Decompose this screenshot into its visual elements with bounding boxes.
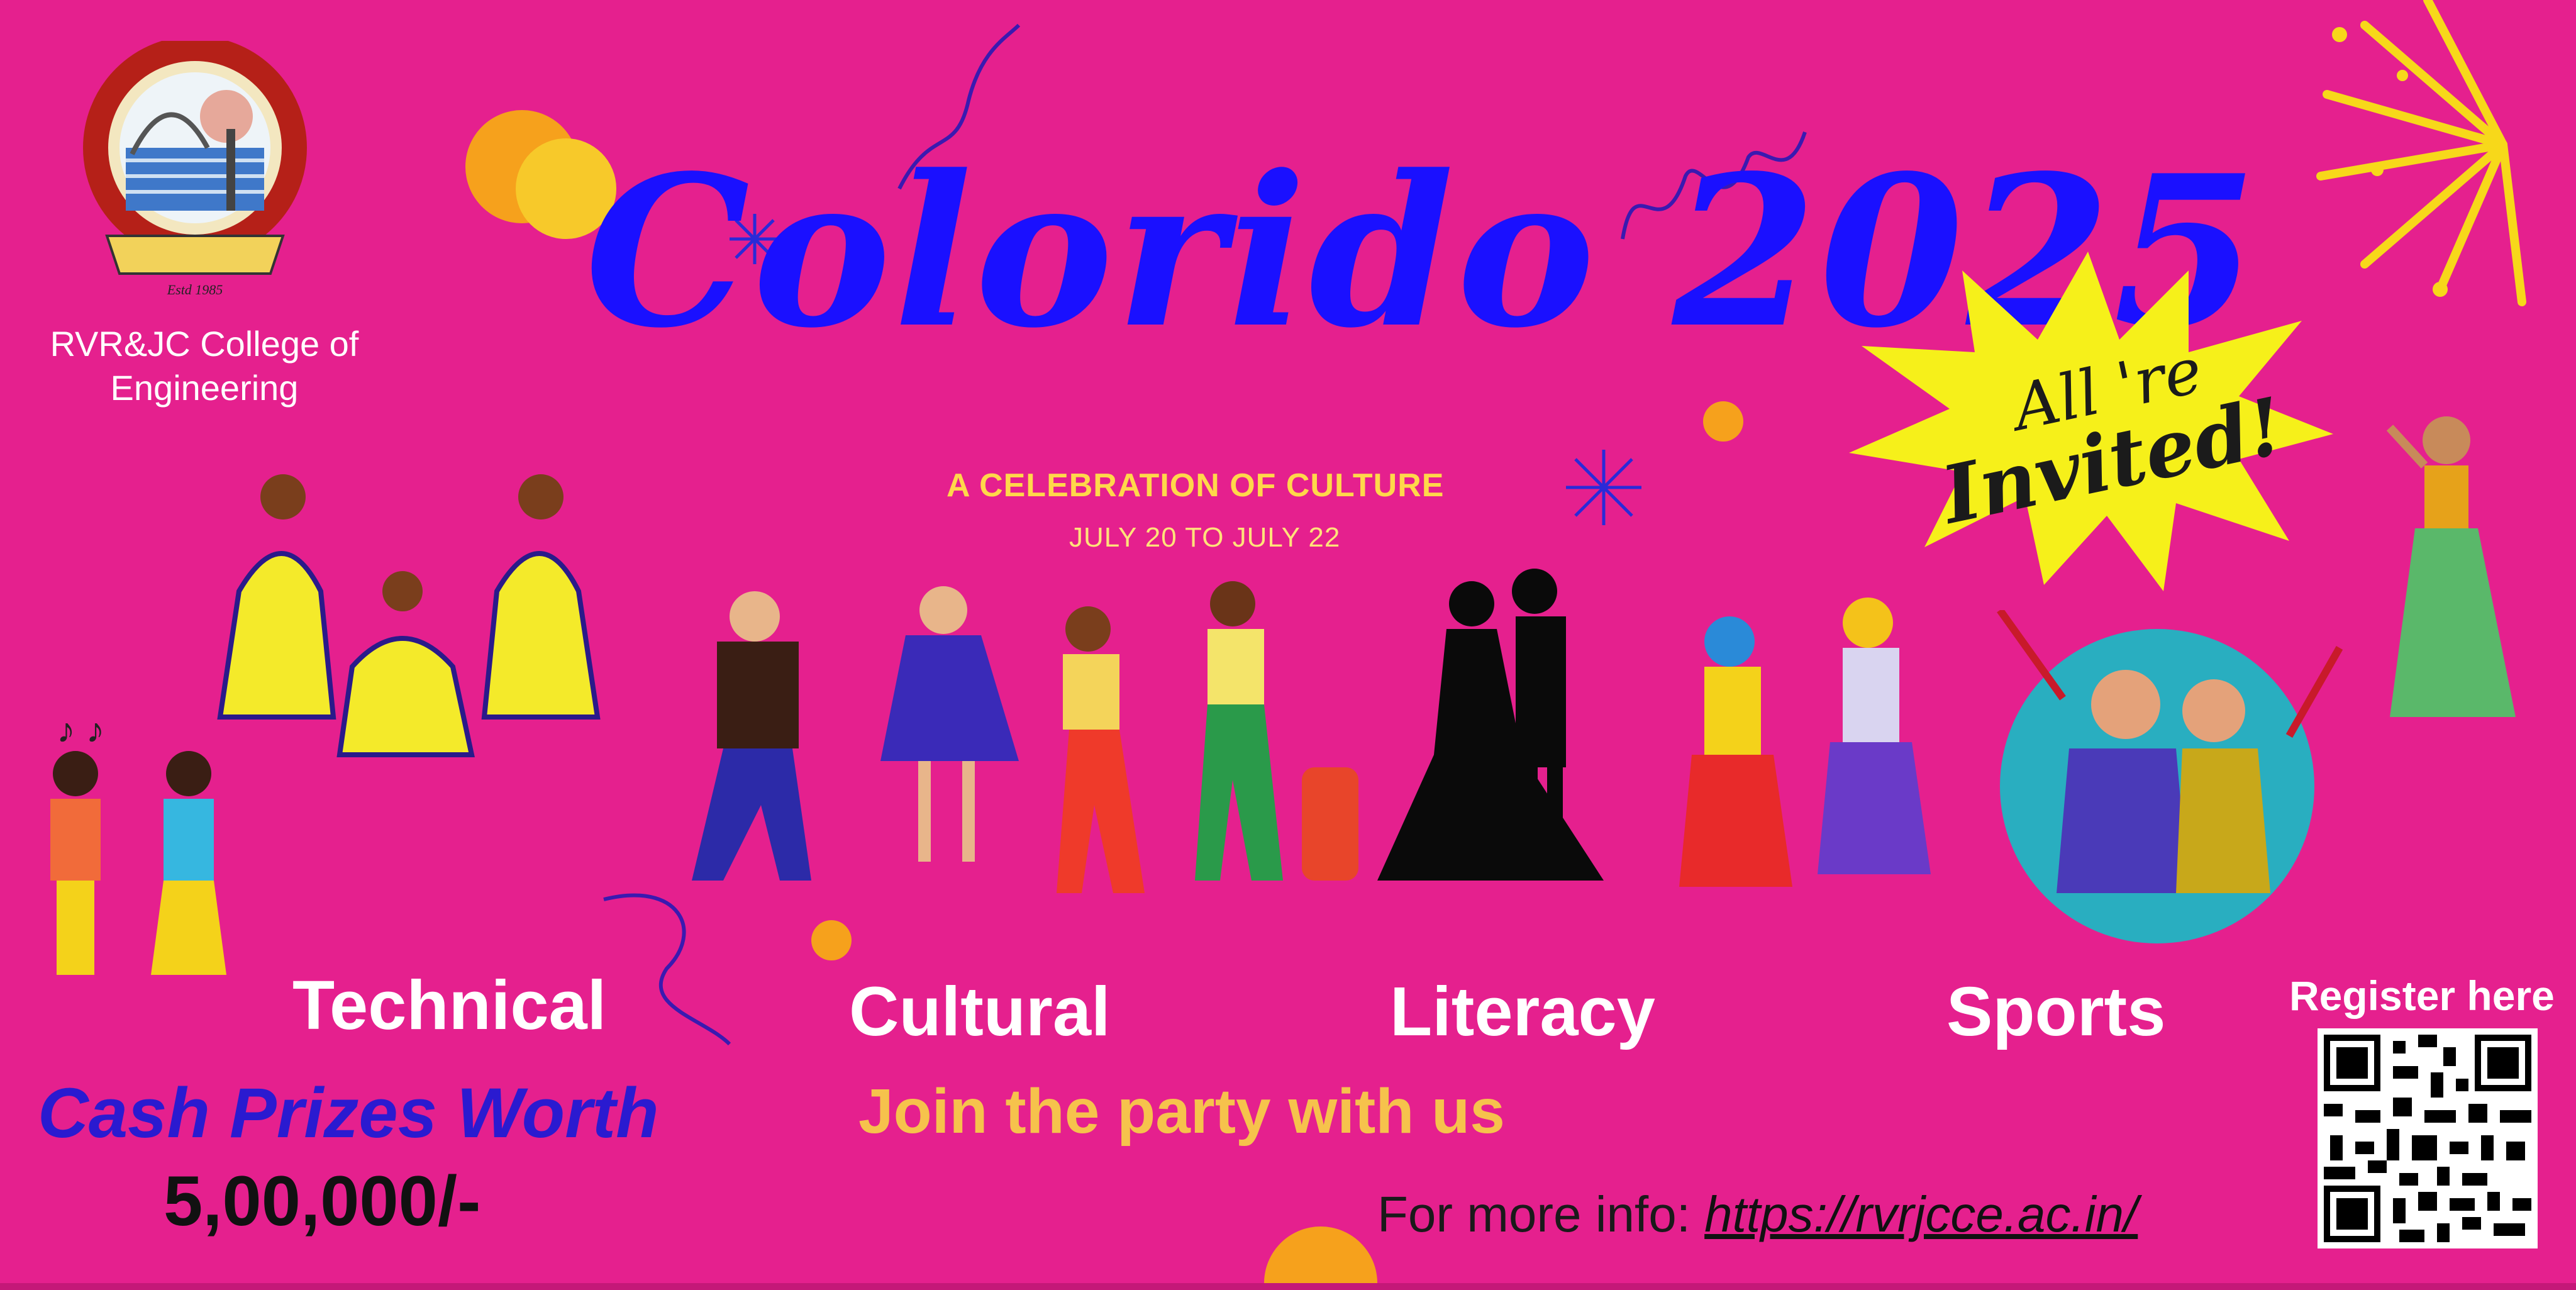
- category-cultural: Cultural: [849, 973, 1111, 1050]
- register-label: Register here: [2289, 972, 2555, 1019]
- category-sports: Sports: [1946, 973, 2166, 1050]
- singers-illustration: ♪ ♪: [50, 723, 226, 975]
- african-dancers-illustration: [1057, 581, 1358, 893]
- lehenga-dancer-illustration: [2386, 416, 2516, 717]
- category-technical: Technical: [292, 967, 607, 1044]
- event-dates: JULY 20 TO JULY 22: [1069, 522, 1341, 553]
- firework-star-2: [1566, 450, 1641, 525]
- swing-dancers-illustration: [692, 586, 1019, 881]
- college-logo: Estd 1985: [83, 41, 307, 297]
- bottom-orange-circle: [1264, 1226, 1377, 1290]
- svg-text:♪ ♪: ♪ ♪: [57, 723, 105, 750]
- bhangra-dancers-illustration: [1679, 598, 1931, 887]
- small-orange-dot-2: [811, 920, 852, 960]
- qr-code-icon: [2318, 1028, 2538, 1248]
- cash-prizes-label: Cash Prizes Worth: [38, 1074, 659, 1152]
- small-orange-dot: [1703, 401, 1743, 442]
- garba-couple-illustration: [1997, 610, 2343, 943]
- website-link[interactable]: https://rvrjcce.ac.in/: [1704, 1186, 2138, 1242]
- svg-text:Estd 1985: Estd 1985: [167, 282, 223, 297]
- ballroom-couple-silhouette: [1377, 569, 1604, 881]
- more-info-prefix: For more info:: [1377, 1186, 1705, 1242]
- event-poster: Estd 1985 RVR&JC College of Engineering …: [0, 0, 2576, 1290]
- more-info-text: For more info: https://rvrjcce.ac.in/: [1377, 1186, 2138, 1243]
- category-literacy: Literacy: [1390, 973, 1655, 1050]
- event-subtitle: A CELEBRATION OF CULTURE: [947, 467, 1445, 504]
- bottom-edge: [0, 1283, 2576, 1290]
- college-name: RVR&JC College of Engineering: [50, 324, 359, 408]
- register-qr-code[interactable]: [2318, 1028, 2538, 1248]
- firework-corner: [2316, 0, 2526, 306]
- cash-prizes-amount: 5,00,000/-: [164, 1162, 481, 1240]
- tagline: Join the party with us: [858, 1076, 1505, 1147]
- squiggle-bottom: [603, 893, 731, 1046]
